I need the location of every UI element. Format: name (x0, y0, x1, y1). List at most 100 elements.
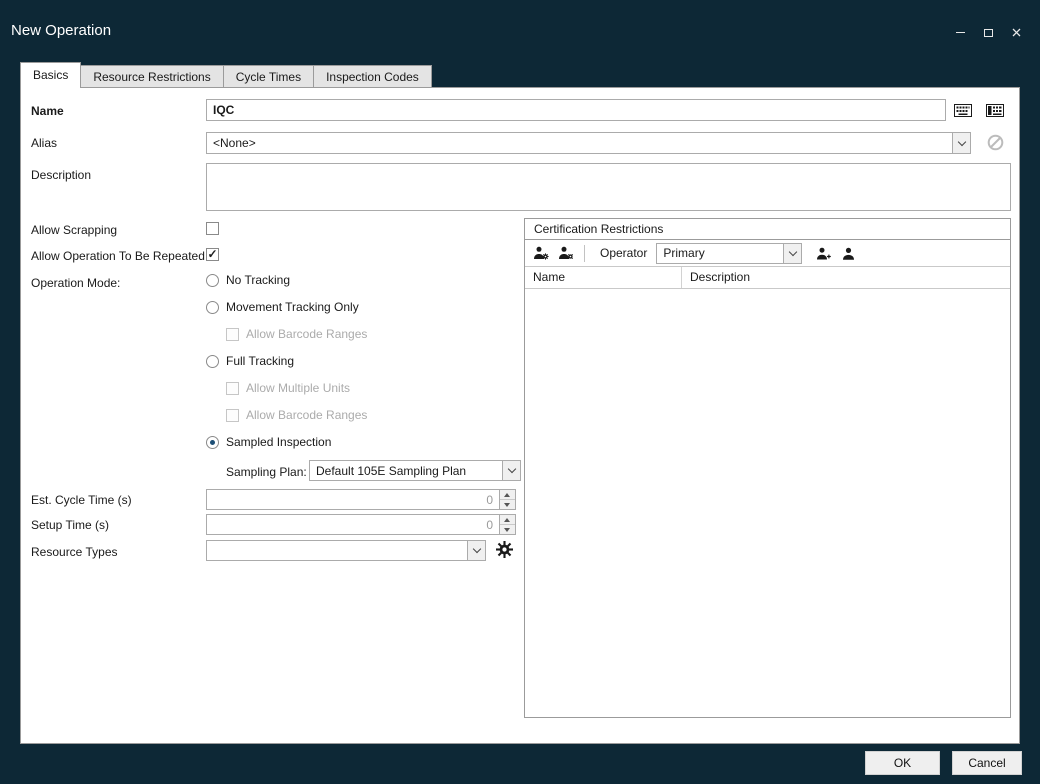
window-controls (953, 25, 1024, 40)
radio-sampled-inspection[interactable]: Sampled Inspection (206, 435, 331, 449)
basics-panel: Name IQC (20, 87, 1020, 744)
certification-restrictions-title: Certification Restrictions (525, 219, 1010, 240)
maximize-button[interactable] (981, 25, 996, 40)
checkbox-icon (226, 409, 239, 422)
setup-time-value: 0 (486, 518, 493, 532)
add-operator-button[interactable] (813, 243, 833, 263)
alias-dropdown-button[interactable] (952, 133, 970, 153)
est-cycle-time-stepper (499, 490, 515, 509)
radio-no-tracking-label: No Tracking (226, 273, 290, 287)
allow-barcode-ranges-label: Allow Barcode Ranges (246, 408, 367, 422)
gear-icon (496, 541, 513, 558)
radio-full-tracking[interactable]: Full Tracking (206, 354, 294, 368)
operator-combobox[interactable]: Primary (656, 243, 802, 264)
resource-types-combobox[interactable] (206, 540, 486, 561)
name-translation-button[interactable] (983, 100, 1007, 120)
certification-table-header: Name Description (525, 267, 1010, 289)
certification-restrictions-panel: Certification Restrictions (524, 218, 1011, 718)
tab-inspection-codes[interactable]: Inspection Codes (313, 65, 432, 88)
radio-sampled-inspection-label: Sampled Inspection (226, 435, 331, 449)
spinner-up-icon[interactable] (500, 515, 515, 525)
radio-movement-tracking-label: Movement Tracking Only (226, 300, 359, 314)
keyboard-globe-icon (986, 104, 1004, 117)
minimize-button[interactable] (953, 25, 968, 40)
certify-person-alt-icon (558, 246, 574, 260)
radio-movement-tracking[interactable]: Movement Tracking Only (206, 300, 359, 314)
cancel-button[interactable]: Cancel (952, 751, 1022, 775)
checkbox-icon (226, 328, 239, 341)
person-add-icon (816, 247, 831, 260)
setup-time-stepper (499, 515, 515, 534)
alias-value: <None> (207, 136, 952, 150)
radio-no-tracking[interactable]: No Tracking (206, 273, 290, 287)
tab-basics[interactable]: Basics (20, 62, 81, 88)
chevron-down-icon (472, 545, 480, 553)
allow-scrapping-checkbox[interactable] (206, 222, 219, 235)
sampling-plan-value: Default 105E Sampling Plan (310, 464, 502, 478)
checkbox-icon (226, 382, 239, 395)
allow-multiple-units-label: Allow Multiple Units (246, 381, 350, 395)
certification-table-body[interactable] (525, 291, 1010, 717)
sampling-plan-combobox[interactable]: Default 105E Sampling Plan (309, 460, 521, 481)
radio-icon (206, 274, 219, 287)
est-cycle-time-value: 0 (486, 493, 493, 507)
spinner-down-icon[interactable] (500, 525, 515, 534)
column-header-name[interactable]: Name (525, 267, 682, 288)
chevron-down-icon (507, 465, 515, 473)
column-header-description[interactable]: Description (682, 267, 758, 288)
tab-cycle-times[interactable]: Cycle Times (223, 65, 314, 88)
tab-resource-restrictions[interactable]: Resource Restrictions (80, 65, 223, 88)
certify-person-icon (533, 246, 549, 260)
radio-full-tracking-label: Full Tracking (226, 354, 294, 368)
chevron-down-icon (957, 137, 965, 145)
add-certification-button[interactable] (531, 243, 551, 263)
description-label: Description (31, 168, 91, 182)
allow-repeat-checkbox[interactable] (206, 248, 219, 261)
spinner-down-icon[interactable] (500, 500, 515, 509)
window-title: New Operation (11, 22, 111, 39)
setup-time-input[interactable]: 0 (206, 514, 516, 535)
titlebar: New Operation (0, 0, 1040, 56)
certification-toolbar: Operator Primary (525, 240, 1010, 267)
keyboard-icon (954, 104, 972, 117)
name-input[interactable]: IQC (206, 99, 946, 121)
name-label: Name (31, 104, 64, 118)
remove-certification-button[interactable] (556, 243, 576, 263)
resource-types-settings-button[interactable] (493, 538, 515, 560)
tab-strip: Basics Resource Restrictions Cycle Times… (20, 62, 431, 88)
resource-types-dropdown-button[interactable] (467, 541, 485, 560)
close-button[interactable] (1009, 25, 1024, 40)
est-cycle-time-input[interactable]: 0 (206, 489, 516, 510)
allow-scrapping-label: Allow Scrapping (31, 223, 117, 237)
est-cycle-time-label: Est. Cycle Time (s) (31, 493, 132, 507)
resource-types-label: Resource Types (31, 545, 118, 559)
minimize-icon (956, 32, 965, 33)
maximize-icon (984, 29, 993, 37)
remove-operator-button[interactable] (838, 243, 858, 263)
checkbox-allow-barcode-ranges-full: Allow Barcode Ranges (226, 408, 367, 422)
operator-dropdown-button[interactable] (783, 244, 801, 263)
setup-time-label: Setup Time (s) (31, 518, 109, 532)
description-input[interactable] (206, 163, 1011, 211)
chevron-down-icon (789, 247, 797, 255)
operation-mode-label: Operation Mode: (31, 276, 120, 290)
alias-label: Alias (31, 136, 57, 150)
alias-combobox[interactable]: <None> (206, 132, 971, 154)
ok-button[interactable]: OK (865, 751, 940, 775)
operator-label: Operator (600, 246, 647, 260)
sampling-plan-dropdown-button[interactable] (502, 461, 520, 480)
radio-icon (206, 436, 219, 449)
close-icon (1012, 28, 1021, 37)
allow-repeat-label: Allow Operation To Be Repeated (31, 249, 205, 263)
operator-value: Primary (657, 246, 783, 260)
checkbox-allow-barcode-ranges-movement: Allow Barcode Ranges (226, 327, 367, 341)
alias-clear-button (987, 134, 1004, 151)
allow-barcode-ranges-label: Allow Barcode Ranges (246, 327, 367, 341)
spinner-up-icon[interactable] (500, 490, 515, 500)
name-localization-button[interactable] (951, 100, 975, 120)
radio-icon (206, 355, 219, 368)
sampling-plan-label: Sampling Plan: (226, 465, 307, 479)
checkbox-allow-multiple-units: Allow Multiple Units (226, 381, 350, 395)
radio-icon (206, 301, 219, 314)
toolbar-separator (584, 245, 585, 262)
